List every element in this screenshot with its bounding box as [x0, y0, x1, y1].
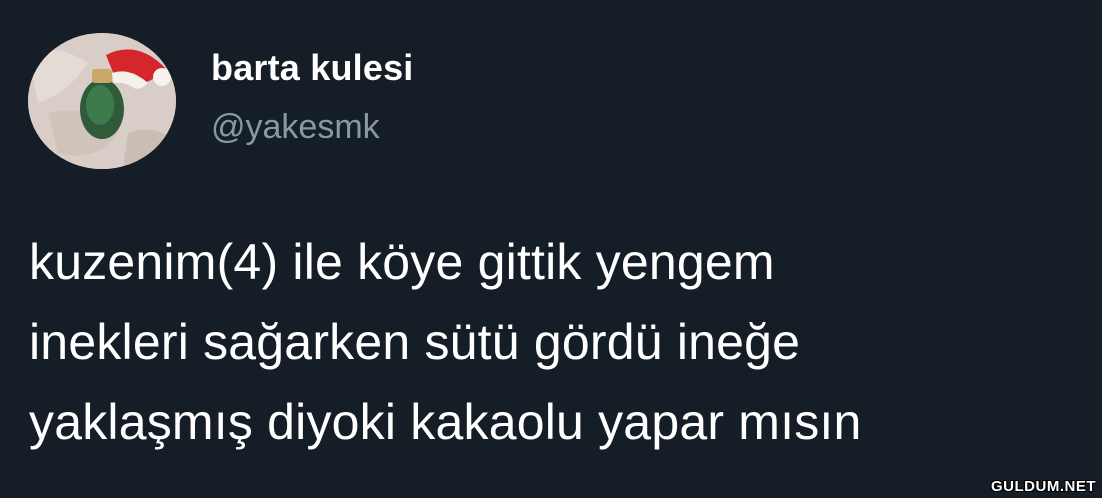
tweet-text: kuzenim(4) ile köye gittik yengem inekle…	[29, 222, 1089, 462]
tweet-card: barta kulesi @yakesmk kuzenim(4) ile köy…	[0, 0, 1102, 498]
author-display-name[interactable]: barta kulesi	[211, 46, 414, 90]
avatar[interactable]	[28, 33, 176, 169]
author-handle[interactable]: @yakesmk	[211, 106, 380, 148]
tweet-text-line: kuzenim(4) ile köye gittik yengem	[29, 234, 775, 290]
site-watermark: GULDUM.NET	[991, 478, 1096, 495]
tweet-text-line: inekleri sağarken sütü gördü ineğe	[29, 314, 801, 370]
tweet-text-line: yaklaşmış diyoki kakaolu yapar mısın	[29, 394, 862, 450]
avatar-santa-hat-icon	[28, 33, 176, 169]
